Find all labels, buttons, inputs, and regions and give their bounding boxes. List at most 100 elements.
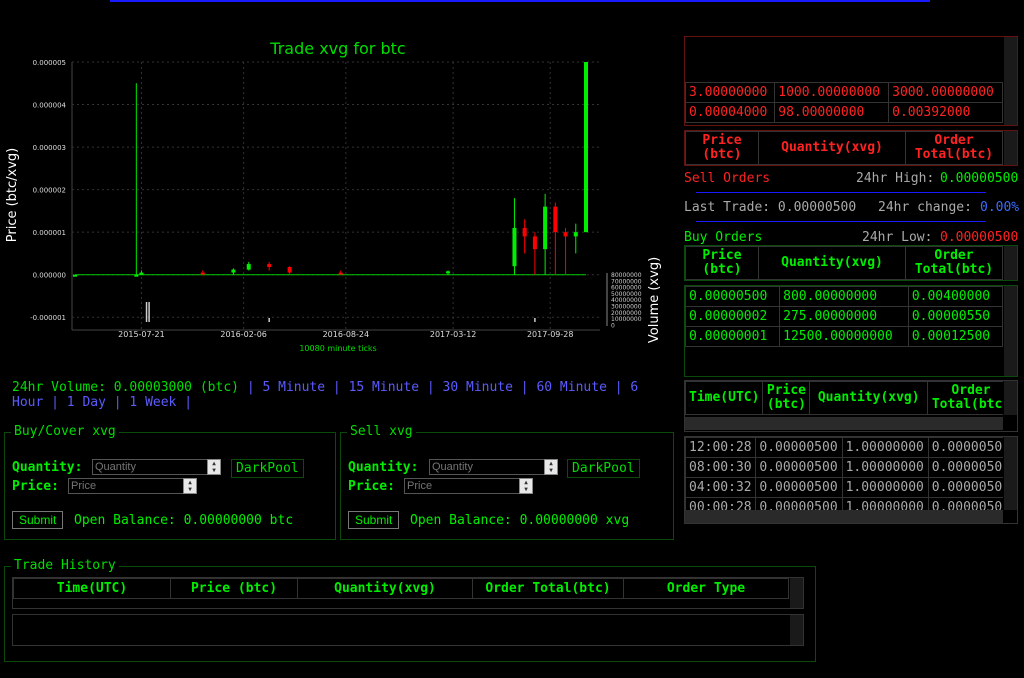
buy-price-spinner[interactable]: ▲ ▼	[183, 478, 197, 494]
trade-history-scrollbar[interactable]	[790, 615, 803, 645]
buy-row-0-price[interactable]: 0.00000500	[684, 286, 781, 307]
trade-history-legend: Trade History	[11, 558, 119, 573]
rt-row-2-time: 04:00:32	[685, 477, 757, 498]
recent-trades-vscroll[interactable]	[1004, 437, 1017, 510]
buy-quantity-label: Quantity:	[12, 460, 83, 475]
buy-row-1-quantity[interactable]: 275.00000000	[779, 306, 909, 327]
rt-row-1-price: 0.00000500	[755, 457, 843, 478]
buy-row-2-quantity[interactable]: 12500.00000000	[779, 326, 909, 347]
trade-history-header-scrollbar[interactable]	[790, 578, 803, 608]
x-tick-label: 2017-09-28	[527, 330, 574, 339]
volume-tick-label: 10000000	[611, 316, 642, 323]
candle-body	[267, 264, 272, 268]
volume-axis-label: Volume (xvg)	[647, 257, 662, 343]
recent-trades-header-hscroll[interactable]	[685, 417, 1003, 430]
rt-th-time: Time(UTC)	[685, 381, 764, 415]
top-accent-bar	[110, 0, 930, 2]
recent-trades-header: Time(UTC) Price (btc) Quantity(xvg) Orde…	[685, 381, 1003, 415]
candle-body	[553, 206, 558, 233]
sell-row-0-quantity[interactable]: 1000.00000000	[774, 82, 890, 103]
link-1-week[interactable]: 1 Week	[129, 395, 176, 410]
link-5-minute[interactable]: 5 Minute	[262, 380, 325, 395]
recent-trades-header-vscroll[interactable]	[1004, 381, 1017, 415]
sell-submit-button[interactable]: Submit	[348, 511, 400, 529]
sell-row-1-total[interactable]: 0.00392000	[888, 102, 1003, 123]
x-tick-label: 2017-03-12	[430, 330, 477, 339]
sell-quantity-spinner[interactable]: ▲ ▼	[544, 459, 558, 475]
th-quantity: Quantity(xvg)	[297, 578, 473, 599]
rt-row-1-total: 0.00000500	[927, 457, 1003, 478]
stat-high-value: 0.00000500	[940, 171, 1019, 186]
sell-th-quantity: Quantity(xvg)	[758, 131, 906, 165]
sell-row-0-total[interactable]: 3000.00000000	[888, 82, 1003, 103]
buy-orders-title: Buy Orders	[684, 230, 763, 245]
candle-body	[73, 274, 77, 277]
sell-th-price: Price (btc)	[685, 131, 759, 165]
rt-row-2-total: 0.00000500	[927, 477, 1003, 498]
buy-open-balance: Open Balance: 0.00000000 btc	[74, 513, 294, 528]
th-order-total: Order Total(btc)	[472, 578, 624, 599]
candle-body	[200, 272, 205, 275]
sell-orders-scrollbar[interactable]	[1004, 37, 1017, 125]
link-1-day[interactable]: 1 Day	[67, 395, 106, 410]
sell-price-spinner[interactable]: ▲ ▼	[519, 478, 533, 494]
candle-body	[512, 227, 517, 267]
candle-body	[134, 274, 139, 277]
recent-trades-table: 12:00:28 0.00000500 1.00000000 0.0000050…	[685, 437, 1003, 510]
y-tick-label: 0.000000	[33, 272, 66, 280]
candle-body	[543, 206, 548, 250]
sell-row-0-price[interactable]: 3.00000000	[684, 82, 776, 103]
rt-th-quantity: Quantity(xvg)	[809, 381, 928, 415]
buy-header-scrollbar[interactable]	[1004, 246, 1017, 280]
rt-row-3-price: 0.00000500	[755, 497, 843, 510]
link-60-minute[interactable]: 60 Minute	[536, 380, 606, 395]
stats-divider-bottom	[696, 221, 986, 222]
buy-price-input[interactable]	[68, 478, 184, 494]
y-tick-label: 0.000003	[33, 144, 66, 152]
buy-th-quantity: Quantity(xvg)	[758, 246, 906, 280]
sell-quantity-input[interactable]	[429, 459, 545, 475]
buy-quantity-spinner[interactable]: ▲ ▼	[207, 459, 221, 475]
sell-row-1-price[interactable]: 0.00004000	[684, 102, 776, 123]
buy-darkpool-toggle[interactable]: DarkPool	[231, 459, 304, 478]
buy-orders-scrollbar[interactable]	[1004, 286, 1017, 376]
sell-darkpool-toggle[interactable]: DarkPool	[567, 459, 640, 478]
rt-row-0-total: 0.00000500	[927, 437, 1003, 458]
y-tick-label: 0.000001	[33, 229, 66, 237]
sell-th-total: Order Total(btc)	[905, 131, 1003, 165]
y-axis-label: Price (btc/xvg)	[5, 148, 20, 243]
sell-orders-table: 3.00000000 1000.00000000 3000.00000000 0…	[684, 82, 1003, 123]
candle-body	[563, 232, 568, 237]
stat-last-trade: Last Trade: 0.00000500	[684, 200, 857, 215]
candle-body	[246, 264, 251, 270]
buy-row-1-total[interactable]: 0.00000550	[907, 306, 1004, 327]
recent-trades-header-clip: Time(UTC) Price (btc) Quantity(xvg) Orde…	[685, 381, 1003, 416]
y-tick-label: -0.000001	[30, 314, 66, 322]
buy-row-0-quantity[interactable]: 800.00000000	[779, 286, 909, 307]
rt-row-1-time: 08:00:30	[685, 457, 757, 478]
buy-quantity-input[interactable]	[92, 459, 208, 475]
timeframe-bar: 24hr Volume: 0.00003000 (btc) | 5 Minute…	[12, 380, 639, 410]
sell-orders-title: Sell Orders	[684, 171, 771, 186]
link-15-minute[interactable]: 15 Minute	[349, 380, 419, 395]
th-order-type: Order Type	[623, 578, 789, 599]
candle-body	[532, 236, 537, 250]
buy-form-legend: Buy/Cover xvg	[11, 424, 119, 439]
rt-row-0-time: 12:00:28	[685, 437, 757, 458]
candle-body	[338, 272, 343, 275]
buy-row-2-price[interactable]: 0.00000001	[684, 326, 781, 347]
buy-submit-button[interactable]: Submit	[12, 511, 64, 529]
recent-trades-hscroll[interactable]	[685, 510, 1003, 523]
candle-body	[573, 232, 578, 237]
sell-price-input[interactable]	[404, 478, 520, 494]
sell-header-scrollbar[interactable]	[1004, 131, 1017, 165]
buy-row-1-price[interactable]: 0.00000002	[684, 306, 781, 327]
buy-row-0-total[interactable]: 0.00400000	[907, 286, 1004, 307]
buy-row-2-total[interactable]: 0.00012500	[907, 326, 1004, 347]
stat-low-value: 0.00000500	[940, 230, 1019, 245]
link-30-minute[interactable]: 30 Minute	[443, 380, 513, 395]
sell-row-1-quantity[interactable]: 98.00000000	[774, 102, 890, 123]
volume-tick-label: 0	[611, 322, 615, 329]
stat-low-label: 24hr Low:	[862, 230, 933, 245]
y-tick-label: 0.000004	[33, 102, 67, 110]
